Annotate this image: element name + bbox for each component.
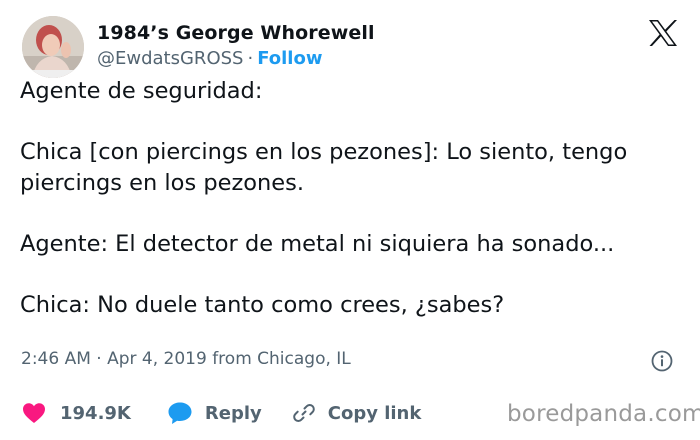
avatar[interactable] <box>22 16 84 78</box>
x-logo-icon[interactable] <box>648 19 678 47</box>
copy-link-button[interactable]: Copy link <box>292 401 422 425</box>
tweet-line: Chica: No duele tanto como crees, ¿sabes… <box>20 291 505 318</box>
watermark: boredpanda.com <box>507 401 700 427</box>
tweet-blank-line <box>20 259 680 290</box>
tweet-blank-line <box>20 107 680 138</box>
heart-icon <box>23 403 45 423</box>
like-count: 194.9K <box>60 402 131 424</box>
link-icon <box>292 404 315 422</box>
tweet-blank-line <box>20 198 680 229</box>
tweet-line: Agente de seguridad: <box>20 78 263 104</box>
speech-bubble-icon <box>168 402 192 424</box>
tweet-timestamp[interactable]: 2:46 AM · Apr 4, 2019 from Chicago, IL <box>21 349 351 369</box>
reply-label: Reply <box>204 402 262 424</box>
copy-link-label: Copy link <box>327 402 422 424</box>
reply-button[interactable]: Reply <box>167 401 262 425</box>
tweet-line: Chica [con piercings en los pezones]: Lo… <box>20 139 628 165</box>
tweet-text: Agente de seguridad: Chica [con piercing… <box>20 76 680 320</box>
info-icon[interactable] <box>651 350 673 372</box>
avatar-image <box>22 16 84 78</box>
tweet-line: piercings en los pezones. <box>20 169 304 196</box>
handle-row: @EwdatsGROSS · Follow <box>97 48 322 69</box>
display-name[interactable]: 1984’s George Whorewell <box>97 22 375 44</box>
user-handle[interactable]: @EwdatsGROSS <box>97 48 243 69</box>
action-bar: 194.9K Reply Copy link <box>22 398 421 428</box>
like-button[interactable]: 194.9K <box>22 402 131 424</box>
follow-button[interactable]: Follow <box>257 48 322 69</box>
tweet-line: Agente: El detector de metal ni siquiera… <box>20 230 615 257</box>
separator-dot: · <box>247 48 254 69</box>
